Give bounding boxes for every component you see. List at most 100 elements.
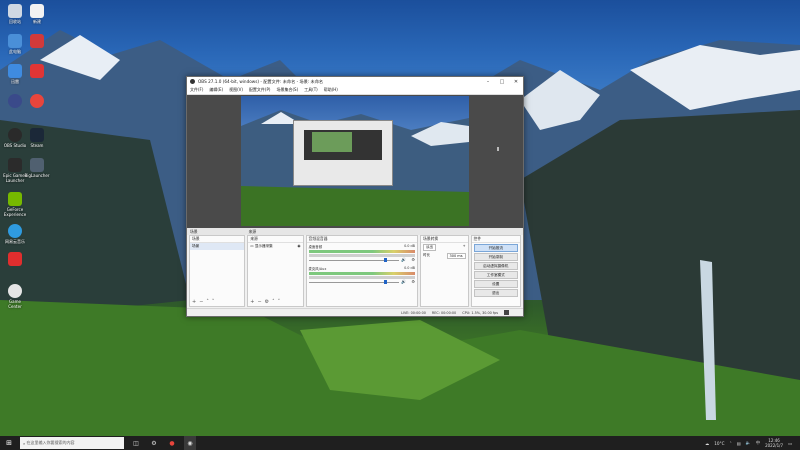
menu-tools[interactable]: 工具(T) — [304, 87, 318, 93]
minimize-icon[interactable]: – — [481, 79, 495, 85]
app-icon — [30, 34, 44, 48]
preview-canvas[interactable] — [241, 96, 469, 226]
desktop-icon-game-center[interactable]: Game Center — [2, 284, 28, 309]
volume-meter — [308, 250, 416, 253]
settings-button[interactable]: 设置 — [473, 280, 518, 288]
gear-icon[interactable]: ⚙ — [411, 279, 415, 284]
obs-taskbar-icon[interactable]: ◉ — [184, 436, 196, 450]
obs-logo-icon — [190, 79, 195, 84]
rec-time: REC: 00:00:00 — [431, 310, 457, 315]
mixer-header: 音频混音器 — [306, 236, 418, 243]
tab-scenes[interactable]: 场景 — [190, 229, 198, 235]
menu-view[interactable]: 视图(V) — [229, 87, 243, 93]
start-button[interactable]: ⊞ — [0, 436, 18, 450]
sources-header: 来源 — [248, 236, 303, 243]
remove-icon[interactable]: − — [257, 299, 261, 305]
speaker-icon[interactable]: 🔊 — [401, 257, 406, 262]
mixer-channel-mic: 麦克风/Aux 0.0 dB — [308, 266, 416, 271]
transitions-dock: 场景转换 淡出 + 时长 300 ms — [420, 235, 469, 307]
mouse-cursor-icon — [497, 147, 499, 151]
down-icon[interactable]: ˅ — [278, 299, 281, 305]
menu-file[interactable]: 文件(F) — [190, 87, 203, 93]
steam-icon — [30, 128, 44, 142]
exit-button[interactable]: 退出 — [473, 289, 518, 297]
down-icon[interactable]: ˅ — [212, 299, 215, 305]
menu-profile[interactable]: 配置文件(P) — [249, 87, 271, 93]
add-icon[interactable]: + — [250, 299, 254, 305]
window-title: OBS 27.1.0 (64-bit, windows) - 配置文件: 未命名… — [198, 78, 324, 84]
volume-meter — [308, 276, 416, 279]
dock-tab-strip: 场景 来源 — [187, 228, 523, 235]
menu-help[interactable]: 帮助(H) — [324, 87, 338, 93]
tab-sources[interactable]: 来源 — [249, 229, 257, 235]
desktop-icon-app-3[interactable] — [24, 94, 50, 109]
epic-icon — [8, 158, 22, 172]
clock[interactable]: 12:46 2022/1/7 — [765, 438, 783, 448]
chevron-up-icon[interactable]: ˄ — [730, 441, 732, 446]
add-icon[interactable]: + — [192, 299, 196, 305]
app-icon — [8, 224, 22, 238]
desktop-icon-app-1[interactable] — [24, 34, 50, 49]
desktop-icon-geforce[interactable]: GeForce Experience — [2, 192, 28, 217]
volume-slider[interactable]: 🔊 ⚙ — [308, 279, 415, 284]
menu-scene-collection[interactable]: 场景集合(S) — [276, 87, 298, 93]
transitions-header: 场景转换 — [421, 236, 468, 243]
duration-input[interactable]: 300 ms — [446, 253, 466, 259]
desktop-icon-music[interactable] — [2, 252, 28, 267]
start-recording-button[interactable]: 开始录制 — [473, 253, 518, 261]
remove-icon[interactable]: − — [199, 299, 203, 305]
audio-mixer-dock: 音频混音器 桌面音频 0.0 dB 🔊 ⚙ 麦克风/Aux 0.0 dB 🔊 ⚙ — [305, 235, 419, 307]
close-icon[interactable]: ✕ — [509, 79, 523, 85]
network-icon[interactable]: ▤ — [737, 441, 741, 446]
scene-item[interactable]: 场景 — [190, 243, 245, 250]
dock-area: 场景 场景 + − ˄ ˅ 来源 ▭ 显示器采集 ◉ + − ⚙ ˄ ˅ 音频混… — [187, 235, 523, 307]
volume-slider[interactable]: 🔊 ⚙ — [308, 257, 415, 262]
cpu-fps: CPU: 1.5%, 30.00 fps — [462, 310, 498, 315]
live-time: LIVE: 00:00:00 — [401, 310, 426, 315]
desktop-icon-app-2[interactable] — [24, 64, 50, 79]
game-icon — [8, 284, 22, 298]
app-icon — [30, 64, 44, 78]
transition-type-select[interactable]: 淡出 — [423, 244, 437, 251]
start-streaming-button[interactable]: 开始推流 — [473, 244, 518, 252]
sources-toolbar: + − ⚙ ˄ ˅ — [250, 299, 280, 305]
gear-icon[interactable]: ⚙ — [411, 257, 415, 262]
start-virtual-camera-button[interactable]: 启动虚拟摄像机 — [473, 262, 518, 270]
notification-icon[interactable]: ▭ — [788, 441, 792, 446]
task-view-icon[interactable]: ◫ — [130, 436, 142, 450]
preview-area[interactable] — [187, 95, 523, 228]
status-square-icon — [504, 310, 509, 315]
recycle-bin-icon — [8, 4, 22, 18]
desktop-icon-new-file[interactable]: 新建 — [24, 4, 50, 24]
launcher-icon — [30, 158, 44, 172]
volume-slider-knob[interactable] — [383, 258, 387, 262]
browser-icon[interactable]: ● — [166, 436, 178, 450]
eye-icon[interactable]: ◉ — [297, 244, 300, 248]
settings-icon[interactable]: ⚙ — [265, 299, 269, 305]
thunder-icon — [8, 64, 22, 78]
controls-header: 控件 — [471, 236, 520, 243]
ime-icon[interactable]: 中 — [756, 440, 760, 446]
maximize-icon[interactable]: □ — [495, 79, 509, 85]
search-box[interactable]: ⌕ 在这里输入你要搜索的内容 — [20, 437, 124, 449]
settings-icon[interactable]: ⚙ — [148, 436, 160, 450]
speaker-icon[interactable]: 🔊 — [401, 279, 406, 284]
desktop-icon-launcher[interactable]: BigLauncher — [24, 158, 50, 178]
volume-slider-knob[interactable] — [383, 280, 387, 284]
up-icon[interactable]: ˄ — [272, 299, 275, 305]
menu-edit[interactable]: 编辑(E) — [209, 87, 223, 93]
title-bar[interactable]: OBS 27.1.0 (64-bit, windows) - 配置文件: 未命名… — [187, 77, 523, 86]
obs-window: OBS 27.1.0 (64-bit, windows) - 配置文件: 未命名… — [186, 76, 524, 317]
volume-icon[interactable]: 🔈 — [746, 440, 751, 446]
weather-icon[interactable]: ☁ — [705, 441, 709, 446]
studio-mode-button[interactable]: 工作室模式 — [473, 271, 518, 279]
add-icon[interactable]: + — [463, 244, 466, 251]
desktop-icon-steam[interactable]: Steam — [24, 128, 50, 148]
music-icon — [8, 252, 22, 266]
source-item[interactable]: ▭ 显示器采集 ◉ — [248, 243, 302, 250]
up-icon[interactable]: ˄ — [206, 299, 209, 305]
desktop-icon-app-4[interactable]: 网易云音乐 — [2, 224, 28, 244]
controls-dock: 控件 开始推流 开始录制 启动虚拟摄像机 工作室模式 设置 退出 — [470, 235, 521, 307]
system-tray: ☁ 10°C ˄ ▤ 🔈 中 12:46 2022/1/7 ▭ — [705, 438, 800, 448]
menu-bar: 文件(F) 编辑(E) 视图(V) 配置文件(P) 场景集合(S) 工具(T) … — [187, 86, 523, 95]
